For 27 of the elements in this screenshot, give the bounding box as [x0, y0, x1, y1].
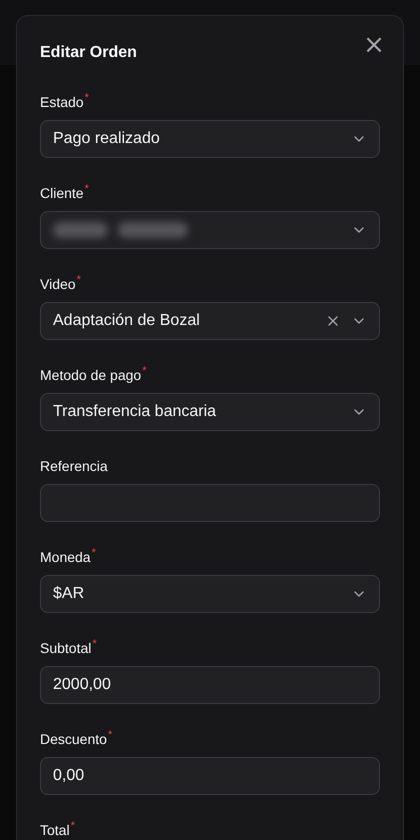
required-asterisk: * — [70, 820, 75, 832]
field-label: Referencia — [40, 457, 108, 476]
field-label: Estado — [40, 93, 84, 112]
required-asterisk: * — [108, 729, 112, 741]
field-label: Descuento — [40, 730, 107, 749]
select-field[interactable]: Pago realizado — [40, 120, 380, 158]
required-asterisk: * — [84, 92, 89, 104]
select-field[interactable]: $AR — [40, 575, 380, 613]
required-asterisk: * — [76, 274, 81, 286]
text-field[interactable]: 0,00 — [40, 757, 380, 795]
field-label: Video — [40, 275, 76, 294]
required-asterisk: * — [92, 638, 97, 650]
required-asterisk: * — [84, 183, 89, 195]
select-field[interactable]: Adaptación de Bozal — [40, 302, 380, 340]
field-label: Moneda — [40, 548, 91, 567]
required-asterisk: * — [142, 365, 146, 377]
field-label: Subtotal — [40, 639, 92, 658]
field-label: Total — [40, 821, 70, 840]
text-field[interactable] — [40, 484, 380, 522]
field-label: Metodo de pago — [40, 366, 142, 385]
required-asterisk: * — [92, 547, 96, 559]
field-label: Cliente — [40, 184, 84, 203]
select-field[interactable]: Transferencia bancaria — [40, 393, 380, 431]
dialog-title: Editar Orden — [40, 43, 137, 63]
close-button[interactable]: × — [363, 34, 385, 56]
text-field[interactable]: 2000,00 — [40, 666, 380, 704]
select-field[interactable] — [40, 211, 380, 249]
